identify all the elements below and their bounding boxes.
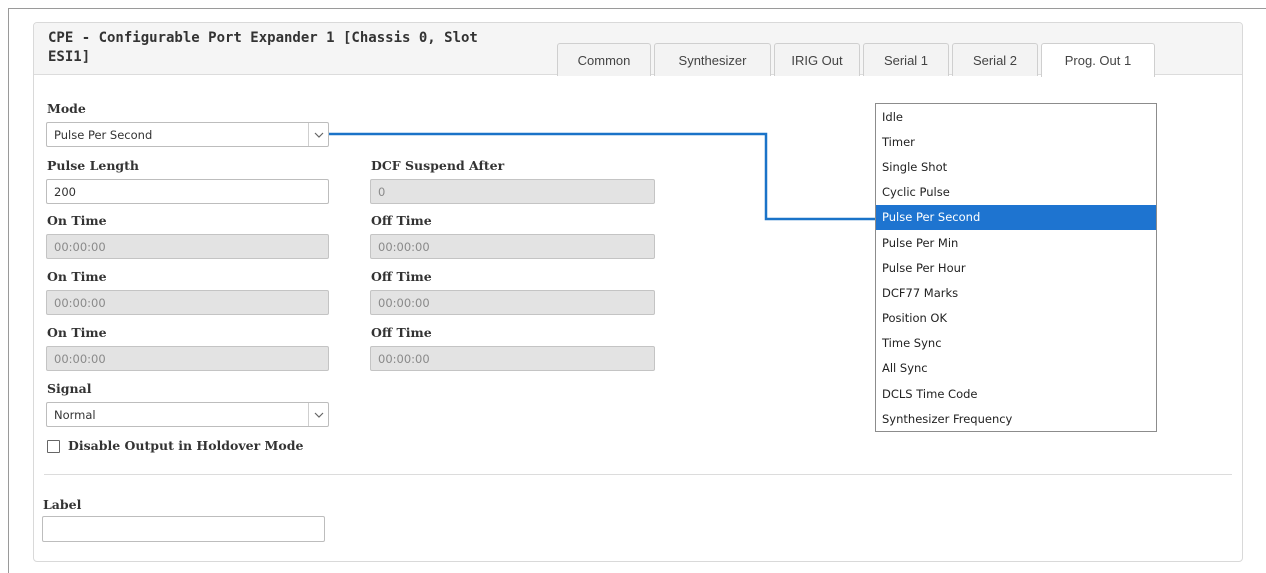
off-time-input: 00:00:00 (370, 234, 655, 259)
label-input[interactable] (42, 516, 325, 542)
tab-bar: Common Synthesizer IRIG Out Serial 1 Ser… (557, 43, 1158, 77)
tab-serial-2[interactable]: Serial 2 (952, 43, 1038, 76)
dropdown-option[interactable]: Cyclic Pulse (876, 180, 1156, 205)
tab-irig-out[interactable]: IRIG Out (774, 43, 860, 76)
dropdown-option[interactable]: Idle (876, 104, 1156, 129)
dropdown-option[interactable]: All Sync (876, 356, 1156, 381)
tab-synthesizer[interactable]: Synthesizer (654, 43, 771, 76)
chevron-down-icon[interactable] (308, 403, 328, 426)
signal-label: Signal (47, 381, 92, 396)
panel-title: CPE - Configurable Port Expander 1 [Chas… (48, 30, 478, 65)
on-time-label: On Time (47, 325, 107, 340)
dropdown-option[interactable]: Timer (876, 129, 1156, 154)
dropdown-option[interactable]: Time Sync (876, 331, 1156, 356)
dropdown-option-selected[interactable]: Pulse Per Second (876, 204, 1156, 230)
on-time-input: 00:00:00 (46, 346, 329, 371)
tab-common[interactable]: Common (557, 43, 651, 76)
off-time-label: Off Time (371, 269, 432, 284)
mode-select[interactable]: Pulse Per Second (46, 122, 329, 147)
on-time-label: On Time (47, 213, 107, 228)
dropdown-option[interactable]: DCLS Time Code (876, 381, 1156, 406)
label-field-label: Label (43, 497, 82, 512)
dropdown-option[interactable]: Single Shot (876, 154, 1156, 179)
off-time-label: Off Time (371, 325, 432, 340)
mode-label: Mode (47, 101, 86, 116)
dropdown-option[interactable]: Pulse Per Min (876, 230, 1156, 255)
divider (44, 474, 1232, 475)
tab-prog-out-1[interactable]: Prog. Out 1 (1041, 43, 1155, 77)
mode-select-value: Pulse Per Second (54, 127, 153, 142)
chevron-down-icon[interactable] (308, 123, 328, 146)
off-time-label: Off Time (371, 213, 432, 228)
dropdown-option[interactable]: Synthesizer Frequency (876, 406, 1156, 431)
off-time-input: 00:00:00 (370, 290, 655, 315)
mode-dropdown-list: Idle Timer Single Shot Cyclic Pulse Puls… (875, 103, 1157, 432)
holdover-label: Disable Output in Holdover Mode (68, 438, 304, 453)
dcf-suspend-label: DCF Suspend After (371, 158, 505, 173)
pulse-length-input[interactable]: 200 (46, 179, 329, 204)
on-time-input: 00:00:00 (46, 290, 329, 315)
dropdown-option[interactable]: Position OK (876, 306, 1156, 331)
panel-header: CPE - Configurable Port Expander 1 [Chas… (34, 23, 1242, 77)
dcf-suspend-input: 0 (370, 179, 655, 204)
signal-select-value: Normal (54, 407, 96, 422)
signal-select[interactable]: Normal (46, 402, 329, 427)
pulse-length-label: Pulse Length (47, 158, 140, 173)
dropdown-option[interactable]: Pulse Per Hour (876, 255, 1156, 280)
off-time-input: 00:00:00 (370, 346, 655, 371)
on-time-input: 00:00:00 (46, 234, 329, 259)
on-time-label: On Time (47, 269, 107, 284)
tab-serial-1[interactable]: Serial 1 (863, 43, 949, 76)
dropdown-option[interactable]: DCF77 Marks (876, 280, 1156, 305)
holdover-checkbox[interactable] (47, 440, 60, 453)
